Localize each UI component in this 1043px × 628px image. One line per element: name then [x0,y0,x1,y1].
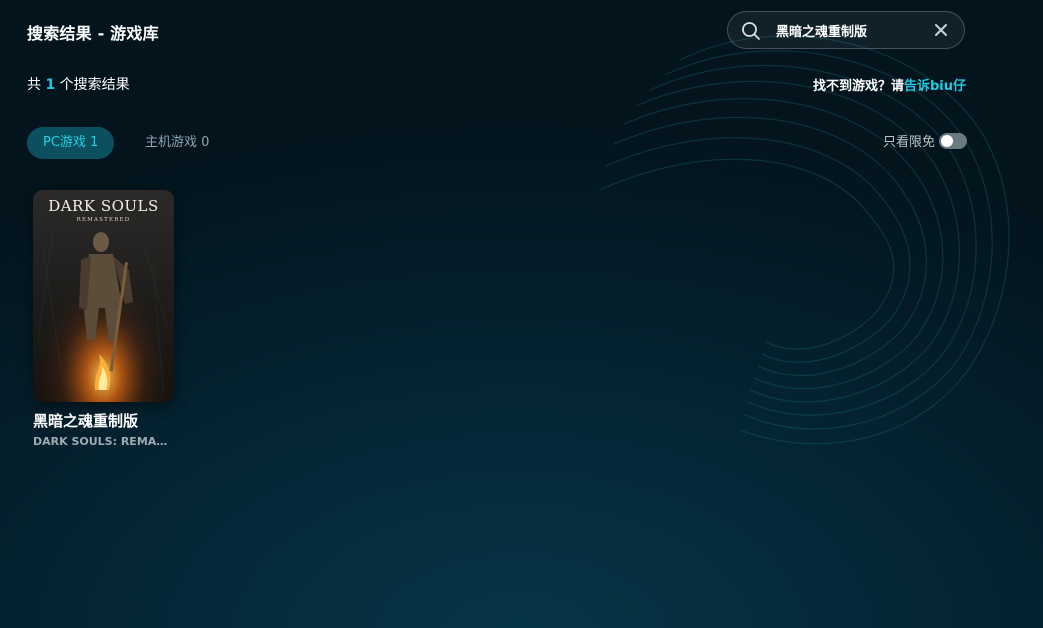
background-contour-decoration [599,35,1010,445]
search-input[interactable] [776,20,918,40]
page-title: 搜索结果 - 游戏库 [27,24,159,43]
search-icon[interactable] [741,21,761,41]
toggle-knob [941,134,953,147]
cover-title-text: DARK SOULS [48,197,159,215]
tab-console-games[interactable]: 主机游戏 0 [129,127,225,159]
tab-pc-games[interactable]: PC游戏 1 [27,127,115,159]
game-title[interactable]: 黑暗之魂重制版 [33,410,174,431]
missing-game-text: 找不到游戏？请 [812,79,904,94]
search-box[interactable] [727,11,965,49]
cover-artwork: DARK SOULS REMASTERED [33,190,174,402]
game-subtitle: DARK SOULS: REMAST... [33,435,174,448]
clear-search-icon[interactable] [933,22,949,38]
game-cover-image[interactable]: DARK SOULS REMASTERED [33,190,174,402]
missing-game-prompt: 找不到游戏？请告诉biu仔 [813,75,966,94]
result-count-prefix: 共 [27,77,41,93]
result-count-suffix: 个搜索结果 [59,77,130,93]
free-only-label: 只看限免 [882,135,935,150]
game-card[interactable]: DARK SOULS REMASTERED 黑暗之魂重制版 DARK SOULS… [33,190,174,448]
free-only-toggle[interactable] [939,132,967,149]
result-count: 共 1 个搜索结果 [27,74,130,94]
free-only-filter: 只看限免 [882,130,967,150]
cover-subtitle-text: REMASTERED [77,217,131,223]
report-game-link[interactable]: 告诉biu仔 [904,79,966,94]
result-count-number: 1 [45,77,56,93]
